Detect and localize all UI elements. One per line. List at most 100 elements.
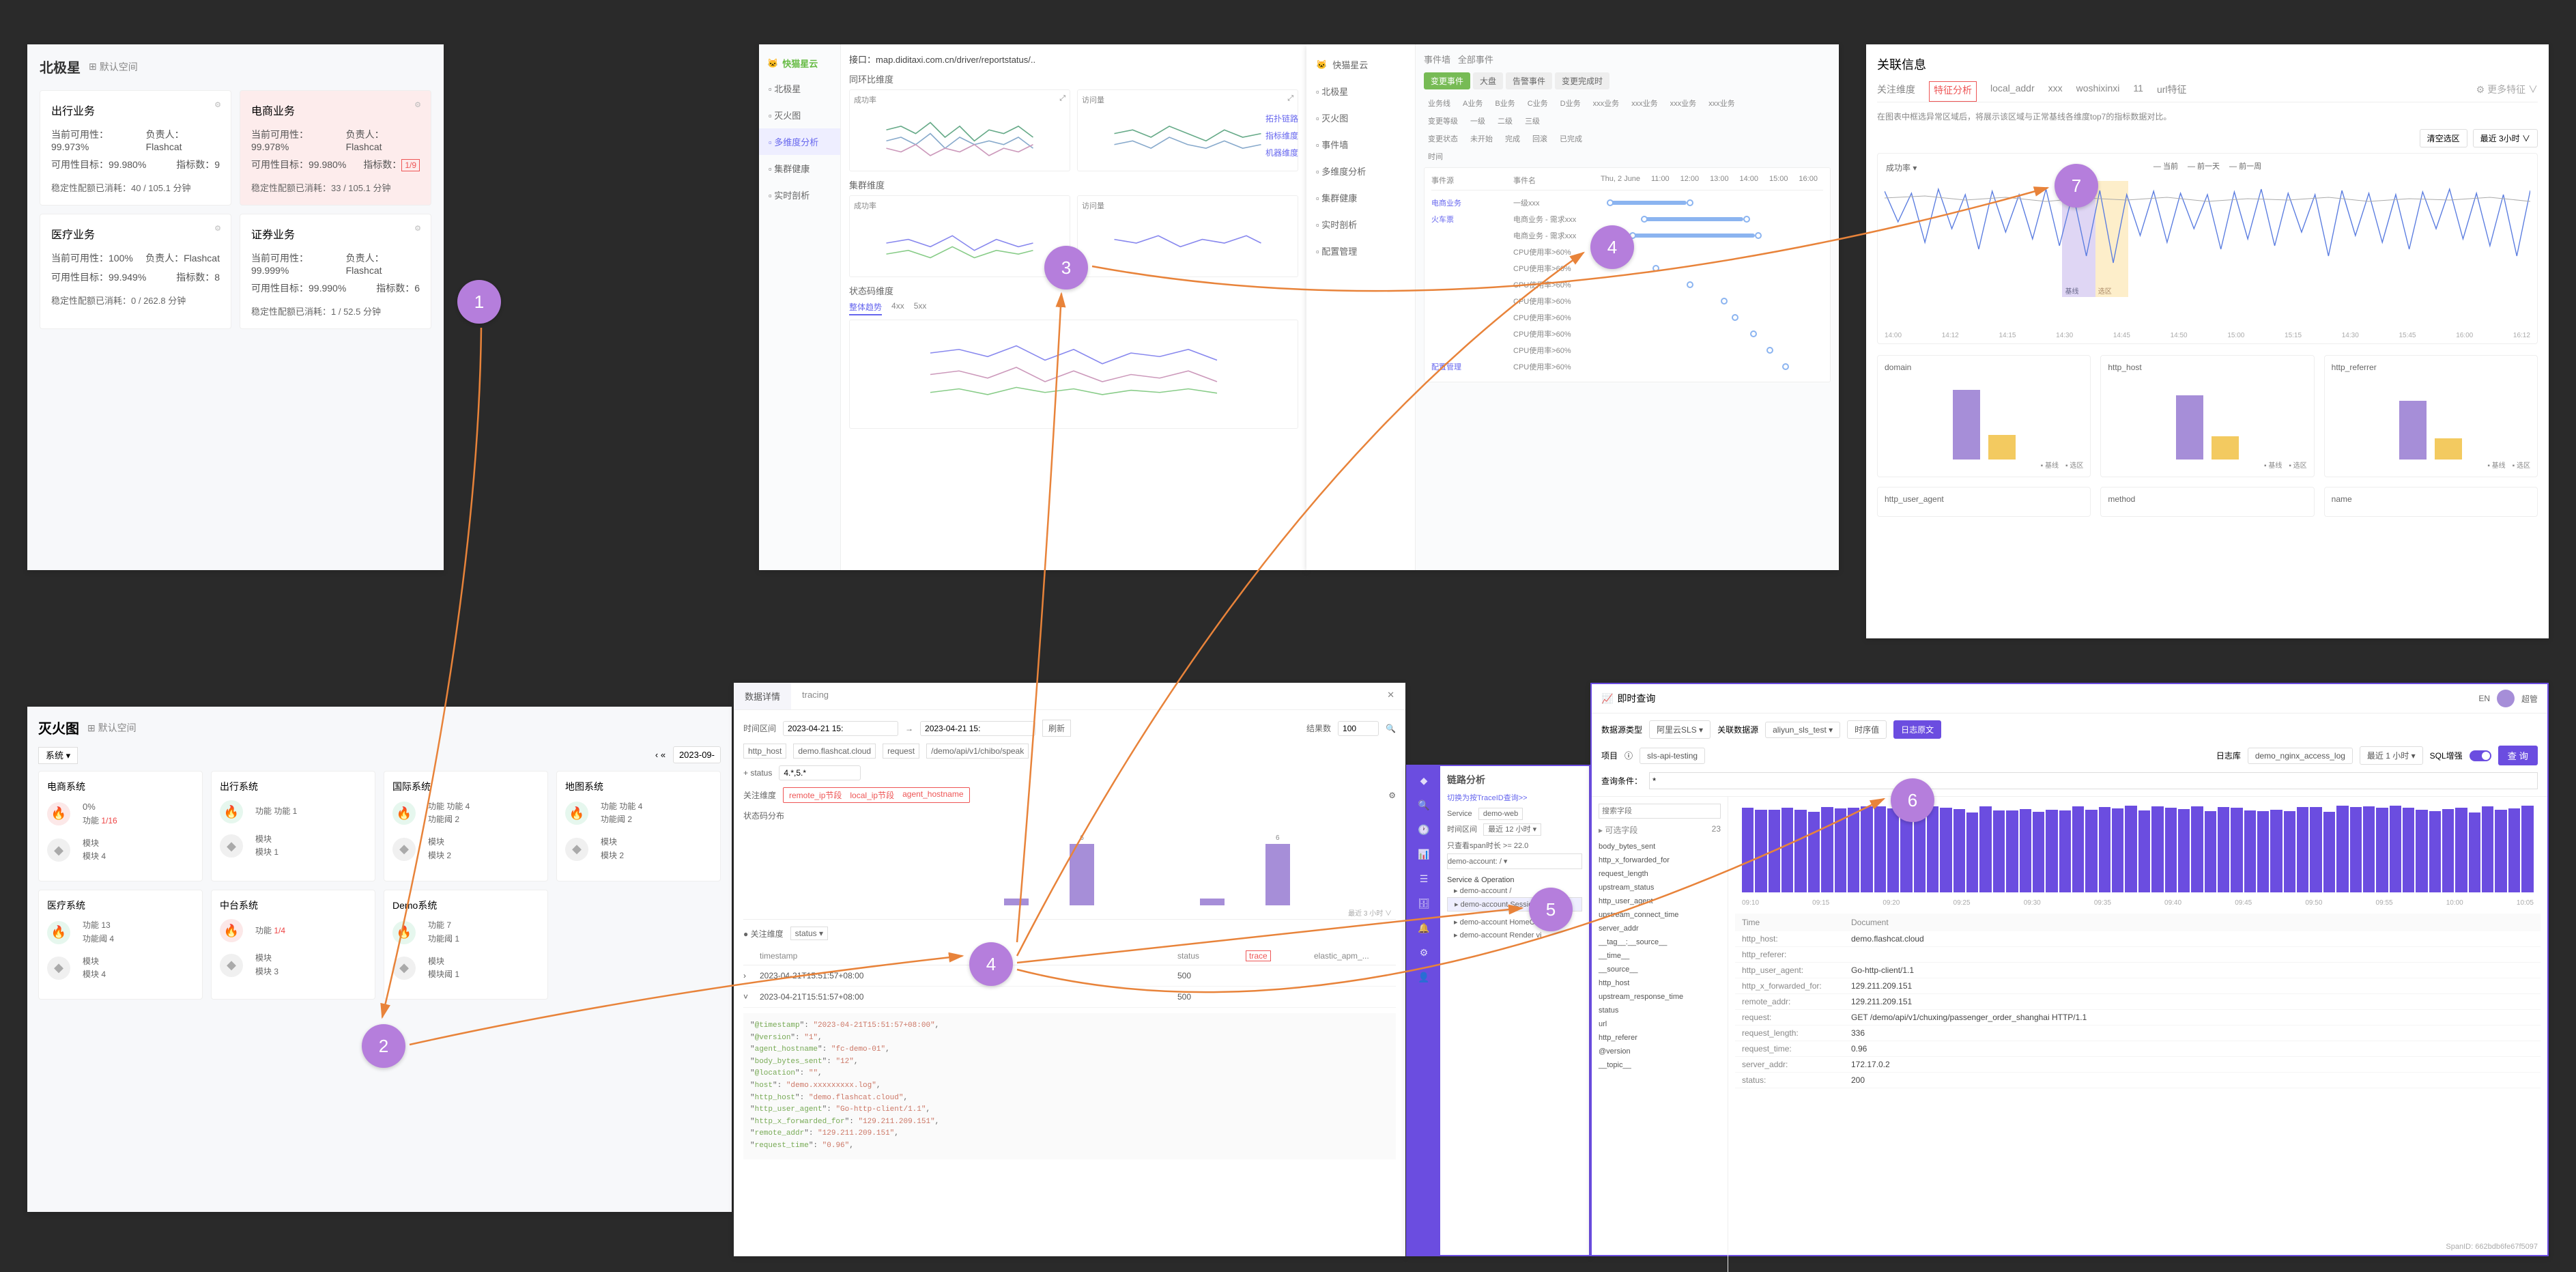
expand-icon[interactable]: › [743, 971, 760, 980]
gear-icon[interactable]: ⚙ [1416, 945, 1431, 960]
system-card[interactable]: 出行系统 🔥功能 功能 1◆模块模块 1 [211, 771, 375, 881]
search-button[interactable]: 查 询 [2498, 746, 2538, 765]
gear-icon[interactable]: ⚙ [214, 100, 221, 109]
field-item[interactable]: body_bytes_sent [1599, 840, 1721, 853]
nav-item[interactable]: ▫ 实时剖析 [1306, 211, 1415, 238]
system-card[interactable]: 地图系统 🔥功能 功能 4功能阈 2◆模块模块 2 [556, 771, 721, 881]
tag-option[interactable]: 回滚 [1528, 132, 1551, 145]
field-item[interactable]: upstream_connect_time [1599, 908, 1721, 922]
tag-option[interactable]: xxx业务 [1704, 96, 1739, 110]
focus-item[interactable]: agent_hostname [902, 789, 963, 801]
nav-item[interactable]: ▫ 配置管理 [1306, 238, 1415, 264]
doc-row[interactable]: request:GET /demo/api/v1/chuxing/passeng… [1735, 1010, 2541, 1026]
p2-status-chart[interactable] [849, 320, 1298, 429]
p5-space[interactable]: ⊞ 默认空间 [87, 721, 137, 735]
log-histogram[interactable] [1735, 804, 2541, 892]
gantt-row[interactable]: 配置管理CPU使用率>60% [1431, 358, 1823, 375]
system-card[interactable]: 医疗系统 🔥功能 13 功能阈 4◆模块模块 4 [38, 890, 203, 1000]
span-val[interactable]: 22.0 [1514, 842, 1528, 850]
add-filter[interactable]: + status [743, 768, 772, 778]
doc-row[interactable]: remote_addr:129.211.209.151 [1735, 994, 2541, 1010]
nav-item[interactable]: ▫ 多维度分析 [759, 128, 840, 155]
date-picker[interactable]: 2023-09- [673, 746, 721, 763]
loglib-select[interactable]: demo_nginx_access_log [2248, 748, 2353, 764]
ds-select[interactable]: 阿里云SLS ▾ [1649, 720, 1711, 739]
field-search-input[interactable] [1599, 804, 1721, 819]
nav-item[interactable]: ▫ 灭火图 [759, 102, 840, 128]
business-card[interactable]: ⚙ 证券业务 当前可用性：99.999%负责人：Flashcat 可用性目标：9… [240, 214, 431, 329]
filter-val-1[interactable]: demo.flashcat.cloud [793, 744, 876, 759]
field-item[interactable]: __source__ [1599, 963, 1721, 976]
tab[interactable]: 关注维度 [1877, 83, 1915, 102]
db-icon[interactable]: 🗄 [1416, 896, 1431, 911]
tag-option[interactable]: xxx业务 [1589, 96, 1624, 110]
focus-item[interactable]: local_ip节段 [850, 789, 894, 801]
system-card[interactable]: 中台系统 🔥功能 1/4◆模块模块 3 [211, 890, 375, 1000]
avatar[interactable] [2497, 690, 2515, 707]
clear-selection-button[interactable]: 清空选区 [2420, 129, 2467, 147]
dim-chart[interactable]: http_user_agent [1877, 487, 2091, 517]
gantt-row[interactable]: CPU使用率>60% [1431, 342, 1823, 358]
doc-row[interactable]: request_time:0.96 [1735, 1041, 2541, 1057]
tag-option[interactable]: A业务 [1459, 96, 1487, 110]
gantt-row[interactable]: CPU使用率>60% [1431, 277, 1823, 293]
dim-chart[interactable]: http_referrer▪ 基线▪ 选区 [2324, 355, 2538, 477]
system-card[interactable]: 电商系统 🔥0%功能 1/16◆模块模块 4 [38, 771, 203, 881]
tag-option[interactable]: B业务 [1491, 96, 1519, 110]
dim-chart[interactable]: domain▪ 基线▪ 选区 [1877, 355, 2091, 477]
tag-option[interactable]: 一级 [1466, 114, 1489, 128]
time-from-input[interactable] [783, 721, 898, 736]
business-card[interactable]: ⚙ 医疗业务 当前可用性：100%负责人：Flashcat 可用性目标：99.9… [40, 214, 231, 329]
p2-chart-c2[interactable]: 访问量 [1077, 195, 1298, 277]
hist-caption[interactable]: 最近 3 小时 ∨ [1348, 907, 1392, 918]
service-select[interactable]: demo-web [1478, 808, 1523, 820]
time-select[interactable]: 最近 12 小时 ▾ [1483, 823, 1541, 836]
tag-option[interactable]: D业务 [1556, 96, 1585, 110]
info-icon[interactable]: ⓘ [1625, 750, 1633, 761]
tab[interactable]: 11 [2133, 83, 2143, 102]
nav-item[interactable]: ▫ 集群健康 [759, 155, 840, 182]
nav-first-icon[interactable]: « [661, 750, 666, 760]
field-item[interactable]: server_addr [1599, 922, 1721, 935]
filter-key-2[interactable]: request [883, 744, 919, 759]
system-card[interactable]: 国际系统 🔥功能 功能 4功能阈 2◆模块模块 2 [384, 771, 548, 881]
tab-4xx[interactable]: 4xx [891, 301, 904, 315]
acct-select[interactable]: demo-account: / ▾ [1447, 853, 1582, 869]
link-metric[interactable]: 指标维度 [1265, 130, 1298, 141]
business-card[interactable]: ⚙ 出行业务 当前可用性：99.973%负责人：Flashcat 可用性目标：9… [40, 90, 231, 206]
status-pill[interactable]: status ▾ [790, 927, 828, 940]
result-count-input[interactable] [1338, 721, 1379, 736]
system-filter[interactable]: 系统 ▾ [38, 747, 78, 764]
field-item[interactable]: @version [1599, 1045, 1721, 1058]
doc-row[interactable]: http_x_forwarded_for:129.211.209.151 [1735, 978, 2541, 994]
table-row[interactable]: ˅2023-04-21T15:51:57+08:00500 [743, 987, 1396, 1008]
doc-row[interactable]: status:200 [1735, 1073, 2541, 1088]
doc-row[interactable]: http_referer: [1735, 947, 2541, 963]
tag-option[interactable]: xxx业务 [1666, 96, 1701, 110]
tag-option[interactable]: 未开始 [1466, 132, 1497, 145]
th-doc[interactable]: Document [1851, 918, 2534, 927]
tab[interactable]: url特征 [2157, 83, 2187, 102]
tab[interactable]: 告警事件 [1506, 72, 1552, 89]
filter-val-2[interactable]: /demo/api/v1/chibo/speak [926, 744, 1029, 759]
tab[interactable]: woshixinxi [2076, 83, 2120, 102]
p1-space-switcher[interactable]: ⊞ 默认空间 [89, 60, 138, 74]
filter-key-1[interactable]: http_host [743, 744, 786, 759]
tab[interactable]: xxx [2048, 83, 2063, 102]
tag-option[interactable]: C业务 [1523, 96, 1552, 110]
gantt-row[interactable]: CPU使用率>60% [1431, 309, 1823, 326]
gantt-row[interactable]: 火车票电商业务 - 需求xxx [1431, 211, 1823, 227]
link-topo[interactable]: 拓扑链路 [1265, 113, 1298, 124]
field-item[interactable]: upstream_status [1599, 881, 1721, 894]
field-item[interactable]: http_host [1599, 976, 1721, 990]
dim-chart[interactable]: name [2324, 487, 2538, 517]
more-features[interactable]: ⚙ 更多特征 ∨ [2476, 83, 2538, 102]
field-item[interactable]: url [1599, 1017, 1721, 1031]
tab-data-detail[interactable]: 数据详情 [734, 683, 791, 709]
system-card[interactable]: Demo系统 🔥功能 7 功能阈 1◆模块模块阈 1 [384, 890, 548, 1000]
sql-toggle[interactable] [2470, 750, 2491, 761]
focus-item[interactable]: remote_ip节段 [789, 789, 842, 801]
doc-row[interactable]: http_user_agent:Go-http-client/1.1 [1735, 963, 2541, 978]
gear-icon[interactable]: ⚙ [414, 224, 421, 233]
tag-option[interactable]: 已完成 [1556, 132, 1586, 145]
